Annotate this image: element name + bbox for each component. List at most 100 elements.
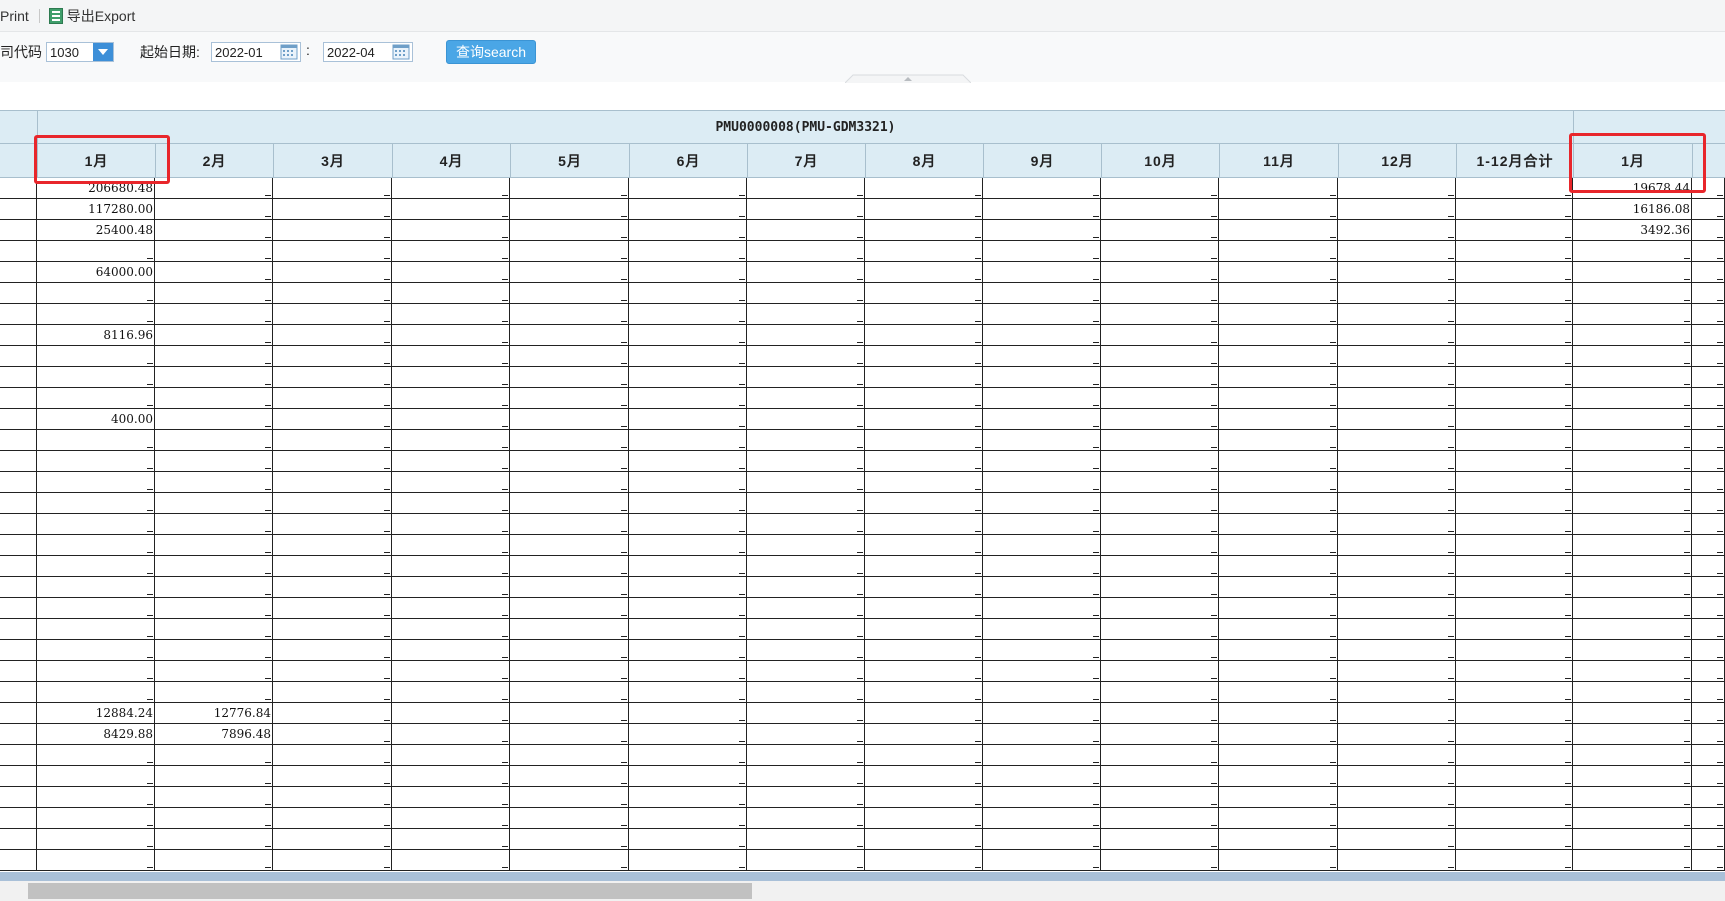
table-cell <box>629 850 747 870</box>
table-cell <box>983 388 1101 408</box>
table-cell <box>37 472 155 492</box>
group-header: PMU0000008(PMU-GDM3321) <box>37 110 1573 144</box>
export-button[interactable]: 导出Export <box>48 6 135 26</box>
row-label-cell <box>0 451 37 471</box>
table-cell <box>865 472 983 492</box>
table-cell <box>983 451 1101 471</box>
table-cell <box>273 661 392 681</box>
row-label-cell <box>0 808 37 828</box>
table-cell <box>392 304 510 324</box>
table-cell <box>1219 367 1338 387</box>
table-cell <box>1219 682 1338 702</box>
table-cell <box>510 178 629 198</box>
end-date-field[interactable]: 2022-04 <box>323 42 413 62</box>
table-cell-overflow <box>1692 724 1725 744</box>
table-cell <box>273 388 392 408</box>
table-cell <box>273 577 392 597</box>
collapse-toggle-icon[interactable] <box>845 74 971 83</box>
table-cell <box>392 325 510 345</box>
table-cell <box>155 346 273 366</box>
row-label-cell <box>0 514 37 534</box>
calendar-icon[interactable] <box>280 44 298 60</box>
row-label-cell <box>0 199 37 219</box>
table-cell <box>629 199 747 219</box>
table-cell: 8116.96 <box>37 325 155 345</box>
table-cell <box>1219 703 1338 723</box>
table-cell <box>1338 241 1456 261</box>
table-cell <box>510 493 629 513</box>
month-header-label: 4月 <box>439 152 464 169</box>
company-code-label: 司代码 <box>0 44 42 60</box>
start-date-field[interactable]: 2022-01 <box>211 42 301 62</box>
table-cell <box>1456 388 1573 408</box>
table-cell <box>983 472 1101 492</box>
table-cell <box>1573 640 1692 660</box>
row-label-cell <box>0 703 37 723</box>
table-cell <box>865 241 983 261</box>
table-cell <box>1101 787 1219 807</box>
table-cell <box>1573 388 1692 408</box>
table-cell <box>1101 346 1219 366</box>
highlight-box-next-january <box>1569 133 1706 193</box>
table-cell <box>747 724 865 744</box>
table-cell <box>865 367 983 387</box>
group-header-left-stub <box>0 110 37 144</box>
scrollbar-thumb[interactable] <box>28 883 752 899</box>
table-cell <box>1456 598 1573 618</box>
search-button[interactable]: 查询search <box>446 40 536 64</box>
table-cell <box>510 262 629 282</box>
table-cell <box>1101 430 1219 450</box>
chevron-down-icon[interactable] <box>93 43 113 61</box>
table-cell <box>1573 787 1692 807</box>
table-cell <box>1573 430 1692 450</box>
table-cell <box>1573 283 1692 303</box>
month-header-label: 5月 <box>558 152 582 169</box>
month-header-12: 1-12月合计 <box>1456 144 1573 178</box>
table-cell <box>1101 598 1219 618</box>
print-button[interactable]: Print <box>0 8 29 24</box>
table-cell-overflow <box>1692 262 1725 282</box>
table-cell <box>1338 808 1456 828</box>
table-cell <box>37 535 155 555</box>
table-row <box>0 388 1725 409</box>
table-cell <box>1573 745 1692 765</box>
table-cell: 7896.48 <box>155 724 273 744</box>
table-cell <box>510 304 629 324</box>
table-cell <box>155 220 273 240</box>
table-cell <box>1338 745 1456 765</box>
table-cell <box>983 535 1101 555</box>
table-cell <box>37 430 155 450</box>
table-cell <box>865 451 983 471</box>
table-row <box>0 661 1725 682</box>
table-cell <box>273 325 392 345</box>
table-cell <box>1573 451 1692 471</box>
table-cell <box>747 304 865 324</box>
table-cell <box>1456 745 1573 765</box>
horizontal-scrollbar[interactable] <box>0 881 1725 901</box>
table-cell <box>629 787 747 807</box>
calendar-icon[interactable] <box>392 44 410 60</box>
table-cell <box>1219 766 1338 786</box>
table-row <box>0 346 1725 367</box>
table-cell <box>1101 703 1219 723</box>
table-cell <box>392 850 510 870</box>
table-cell <box>392 199 510 219</box>
table-cell-overflow <box>1692 829 1725 849</box>
table-row <box>0 745 1725 766</box>
table-cell <box>1456 556 1573 576</box>
table-cell <box>155 619 273 639</box>
table-cell <box>392 829 510 849</box>
table-cell <box>1573 325 1692 345</box>
table-row <box>0 556 1725 577</box>
table-cell <box>983 745 1101 765</box>
table-cell <box>865 703 983 723</box>
row-label-cell <box>0 367 37 387</box>
table-cell <box>392 724 510 744</box>
table-cell <box>1573 766 1692 786</box>
table-cell <box>629 430 747 450</box>
company-code-select[interactable]: 1030 <box>46 42 114 62</box>
table-cell <box>1456 661 1573 681</box>
table-cell <box>747 787 865 807</box>
table-cell <box>865 325 983 345</box>
table-cell <box>1219 514 1338 534</box>
